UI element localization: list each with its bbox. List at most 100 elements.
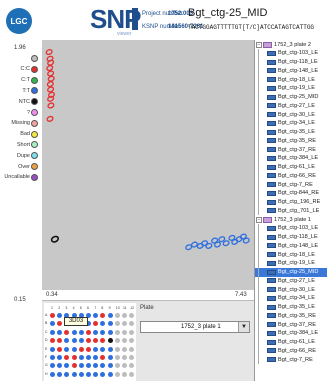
plate-well[interactable] bbox=[114, 371, 120, 377]
data-point-cc-0[interactable] bbox=[45, 49, 53, 56]
plate-well[interactable] bbox=[50, 363, 55, 369]
tree-item[interactable]: Bgt_ctg-844_RE bbox=[255, 189, 327, 198]
tree-item[interactable]: Bgt_ctg-34_LE bbox=[255, 294, 327, 303]
plate-well[interactable] bbox=[100, 346, 106, 352]
plate-well[interactable] bbox=[93, 371, 99, 377]
plate-well[interactable] bbox=[78, 346, 84, 352]
tree-item[interactable]: Bgt_ctg-37_RE bbox=[255, 145, 327, 154]
plate-well[interactable] bbox=[57, 346, 63, 352]
plate-well[interactable] bbox=[57, 313, 63, 318]
plate-well[interactable] bbox=[50, 371, 55, 377]
plate-well[interactable] bbox=[71, 329, 77, 335]
tree-item[interactable]: Bgt_ctg-148_LE bbox=[255, 66, 327, 75]
plate-well[interactable] bbox=[107, 313, 113, 318]
plate-well[interactable] bbox=[78, 355, 84, 360]
plate-well[interactable] bbox=[100, 313, 106, 318]
plate-well[interactable] bbox=[129, 338, 135, 344]
tree-item[interactable]: Bgt_ctg-19_LE bbox=[255, 259, 327, 268]
plate-well[interactable] bbox=[93, 313, 99, 318]
tree-group[interactable]: − 1752_3 plate 1 bbox=[255, 215, 327, 224]
plate-well[interactable] bbox=[114, 329, 120, 335]
plate-well[interactable] bbox=[57, 321, 63, 327]
plate-well[interactable] bbox=[50, 329, 55, 335]
data-point-cc-11[interactable] bbox=[46, 115, 54, 123]
plate-well[interactable] bbox=[86, 363, 91, 369]
plate-well[interactable] bbox=[114, 321, 120, 327]
plate-well[interactable] bbox=[100, 355, 106, 360]
plate-well[interactable] bbox=[129, 313, 135, 318]
tree-item[interactable]: Bgt_ctg-7_RE bbox=[255, 180, 327, 189]
plate-well[interactable] bbox=[57, 355, 63, 360]
tree-item[interactable]: Bgt_ctg-384_LE bbox=[255, 329, 327, 338]
tree-item[interactable]: Bgt_ctg-103_LE bbox=[255, 49, 327, 58]
plate-well[interactable] bbox=[78, 363, 84, 369]
collapse-icon[interactable]: − bbox=[256, 216, 262, 223]
plate-well[interactable] bbox=[122, 363, 127, 369]
tree-item[interactable]: Bgt_ctg-148_LE bbox=[255, 241, 327, 250]
tree-item[interactable]: Bgt_ctg-35_RE bbox=[255, 136, 327, 145]
plate-well[interactable] bbox=[93, 355, 99, 360]
plate-well[interactable] bbox=[122, 355, 127, 360]
tree-item[interactable]: Bgt_ctg-30_LE bbox=[255, 110, 327, 119]
plate-well[interactable] bbox=[57, 338, 63, 344]
plate-well[interactable] bbox=[114, 313, 120, 318]
plate-well[interactable] bbox=[86, 346, 91, 352]
plate-well[interactable] bbox=[100, 329, 106, 335]
plate-well[interactable] bbox=[122, 329, 127, 335]
plate-grid[interactable]: 1 2 3 4 5 6 7 8 9 10 11 12 A B C D E F G H 3D03 bbox=[44, 303, 136, 381]
plate-well[interactable] bbox=[50, 321, 55, 327]
plate-well[interactable] bbox=[122, 321, 127, 327]
tree-item[interactable]: Bgt_ctg-7_RE bbox=[255, 355, 327, 364]
plate-well[interactable] bbox=[100, 321, 106, 327]
chevron-down-icon[interactable]: ▼ bbox=[238, 322, 249, 332]
plate-well[interactable] bbox=[93, 321, 99, 327]
plate-well[interactable] bbox=[50, 313, 55, 318]
tree-item[interactable]: Bgt_ctg-25_MID bbox=[255, 93, 327, 102]
data-point-tt-4[interactable] bbox=[205, 242, 213, 250]
plate-select[interactable]: 1752_3 plate 1 ▼ bbox=[140, 321, 250, 333]
tree-item[interactable]: Bgt_ctg-30_LE bbox=[255, 285, 327, 294]
plate-well[interactable] bbox=[107, 346, 113, 352]
tree-item[interactable]: Bgt_ctg-18_LE bbox=[255, 75, 327, 84]
plate-well[interactable] bbox=[100, 363, 106, 369]
plate-well[interactable] bbox=[93, 363, 99, 369]
plate-well[interactable] bbox=[50, 338, 55, 344]
plate-well[interactable] bbox=[64, 371, 70, 377]
plate-well[interactable] bbox=[86, 371, 91, 377]
plate-well[interactable] bbox=[107, 363, 113, 369]
plate-well[interactable] bbox=[100, 338, 106, 344]
tree-item[interactable]: Bgt_ctg-37_RE bbox=[255, 320, 327, 329]
plate-well[interactable] bbox=[64, 346, 70, 352]
tree-item[interactable]: Bgt_ctg-35_RE bbox=[255, 311, 327, 320]
plate-well[interactable] bbox=[122, 313, 127, 318]
plate-well[interactable] bbox=[64, 338, 70, 344]
tree-item[interactable]: Bgt_ctg-18_LE bbox=[255, 250, 327, 259]
tree-item[interactable]: Bgt_ctg_196_RE bbox=[255, 198, 327, 207]
plate-well[interactable] bbox=[107, 338, 113, 344]
plate-well[interactable] bbox=[71, 363, 77, 369]
plate-well[interactable] bbox=[71, 338, 77, 344]
plate-well[interactable] bbox=[78, 338, 84, 344]
plate-well[interactable] bbox=[114, 338, 120, 344]
tree-item[interactable]: Bgt_ctg-103_LE bbox=[255, 224, 327, 233]
plate-well[interactable] bbox=[86, 338, 91, 344]
plate-well[interactable] bbox=[50, 355, 55, 360]
tree-item[interactable]: Bgt_ctg-118_LE bbox=[255, 233, 327, 242]
plate-well[interactable] bbox=[64, 329, 70, 335]
plate-well[interactable] bbox=[93, 329, 99, 335]
data-point-ntc-0[interactable] bbox=[50, 235, 60, 243]
tree-item[interactable]: Bgt_ctg-35_LE bbox=[255, 128, 327, 137]
tree-item[interactable]: Bgt_ctg-61_LE bbox=[255, 163, 327, 172]
plate-well[interactable] bbox=[107, 329, 113, 335]
plate-well[interactable] bbox=[129, 355, 135, 360]
plate-well[interactable] bbox=[129, 371, 135, 377]
plate-well[interactable] bbox=[86, 355, 91, 360]
plate-well[interactable] bbox=[93, 338, 99, 344]
tree-item[interactable]: Bgt_ctg-25_MID bbox=[255, 267, 327, 277]
plate-well[interactable] bbox=[107, 321, 113, 327]
tree-item[interactable]: Bgt_ctg-384_LE bbox=[255, 154, 327, 163]
assay-tree[interactable]: − 1752_3 plate 2 Bgt_ctg-103_LE Bgt_ctg-118… bbox=[254, 40, 327, 381]
plate-well[interactable] bbox=[129, 346, 135, 352]
plate-well[interactable] bbox=[107, 371, 113, 377]
data-point-cc-6[interactable] bbox=[46, 81, 54, 88]
